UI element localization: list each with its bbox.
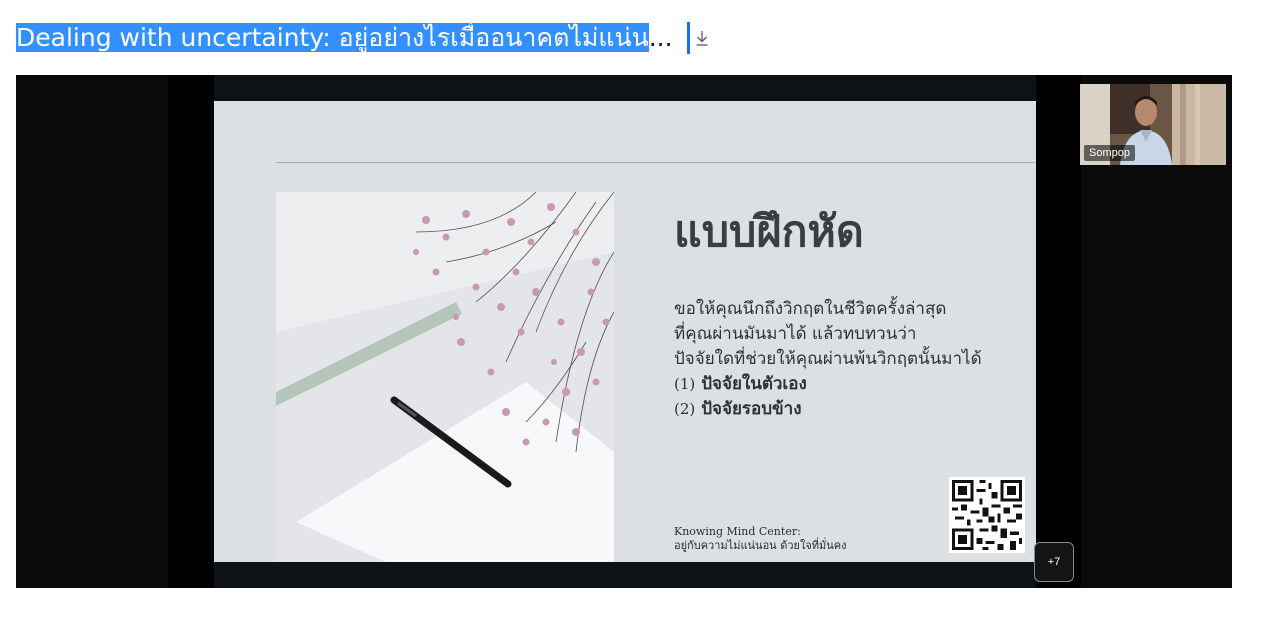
qr-code bbox=[949, 477, 1025, 553]
participant-name-label: Sompop bbox=[1084, 145, 1135, 161]
slide-item-2-label: ปัจจัยรอบข้าง bbox=[701, 399, 802, 419]
video-title[interactable]: Dealing with uncertainty: อยู่อย่างไรเมื… bbox=[16, 22, 673, 54]
slide-line-2: ที่คุณผ่านมันมาได้ แล้วทบทวนว่า bbox=[674, 324, 917, 344]
slide-heading: แบบฝึกหัด bbox=[674, 207, 864, 257]
slide-top-bar bbox=[214, 75, 1036, 101]
more-participants-button[interactable]: +7 bbox=[1034, 542, 1074, 582]
presentation-slide: แบบฝึกหัด ขอให้คุณนึกถึงวิกฤตในชีวิตครั้… bbox=[214, 101, 1036, 562]
slide-footer: Knowing Mind Center: อยู่กับความไม่แน่นอ… bbox=[674, 525, 847, 553]
slide-divider bbox=[276, 162, 1036, 163]
slide-line-1: ขอให้คุณนึกถึงวิกฤตในชีวิตครั้งล่าสุด bbox=[674, 299, 947, 319]
video-title-ellipsis: ... bbox=[648, 23, 673, 52]
download-arrow-icon[interactable] bbox=[694, 28, 710, 48]
slide-bottom-bar bbox=[214, 562, 1036, 588]
slide-item-2-num: (2) bbox=[674, 400, 696, 418]
slide-body: ขอให้คุณนึกถึงวิกฤตในชีวิตครั้งล่าสุด ที… bbox=[674, 297, 982, 422]
slide-line-3: ปัจจัยใดที่ช่วยให้คุณผ่านพ้นวิกฤตนั้นมาไ… bbox=[674, 349, 982, 369]
video-stage: แบบฝึกหัด ขอให้คุณนึกถึงวิกฤตในชีวิตครั้… bbox=[168, 75, 1226, 588]
video-title-row: Dealing with uncertainty: อยู่อย่างไรเมื… bbox=[16, 20, 710, 56]
slide-item-1-label: ปัจจัยในตัวเอง bbox=[701, 374, 807, 394]
slide-photo bbox=[276, 192, 614, 562]
slide-footer-org: Knowing Mind Center: bbox=[674, 525, 801, 538]
letterbox-left bbox=[16, 75, 168, 588]
slide-footer-tagline: อยู่กับความไม่แน่นอน ด้วยใจที่มั่นคง bbox=[674, 539, 847, 552]
text-cursor bbox=[686, 22, 690, 54]
slide-item-1: (1) ปัจจัยในตัวเอง bbox=[674, 372, 982, 397]
slide-item-2: (2) ปัจจัยรอบข้าง bbox=[674, 397, 982, 422]
video-title-selected-text: Dealing with uncertainty: อยู่อย่างไรเมื… bbox=[16, 23, 649, 52]
participant-video-tile[interactable]: Sompop bbox=[1080, 84, 1226, 165]
video-player[interactable]: แบบฝึกหัด ขอให้คุณนึกถึงวิกฤตในชีวิตครั้… bbox=[16, 75, 1232, 588]
slide-item-1-num: (1) bbox=[674, 375, 696, 393]
